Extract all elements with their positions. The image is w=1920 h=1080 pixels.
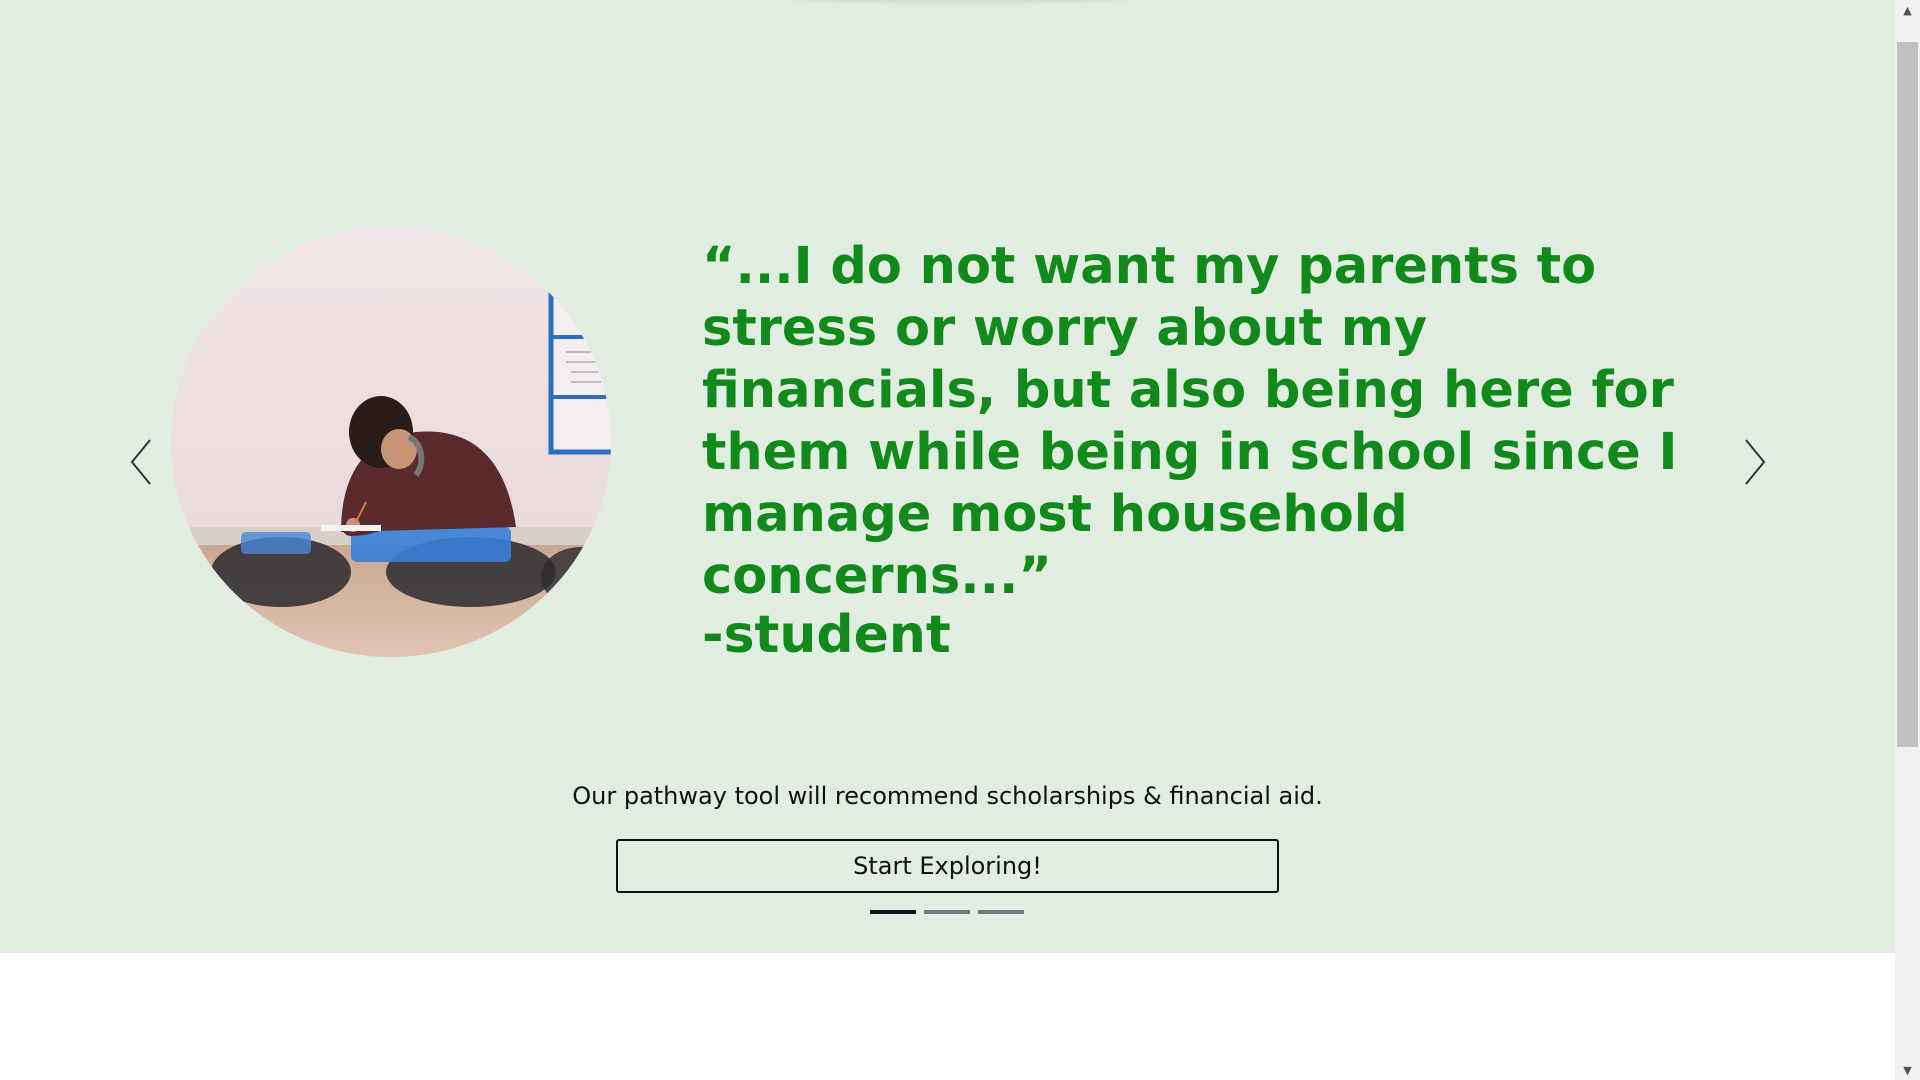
chevron-right-icon (1745, 439, 1766, 485)
student-photo-illustration (171, 227, 611, 657)
chevron-left-icon (130, 439, 151, 485)
start-exploring-button[interactable]: Start Exploring! (616, 839, 1279, 893)
testimonial-carousel: “...I do not want my parents to stress o… (0, 0, 1895, 953)
carousel-prev-button[interactable] (122, 432, 162, 492)
scrollbar-thumb[interactable] (1897, 42, 1918, 747)
carousel-indicator-1[interactable] (870, 910, 916, 914)
carousel-indicator-2[interactable] (924, 910, 970, 914)
carousel-indicator-3[interactable] (978, 910, 1024, 914)
pathway-tagline: Our pathway tool will recommend scholars… (572, 782, 1323, 810)
student-photo (171, 227, 611, 657)
header-shadow (790, 0, 1130, 2)
vertical-scrollbar[interactable]: ▲ ▼ (1895, 0, 1920, 1080)
page-viewport: “...I do not want my parents to stress o… (0, 0, 1920, 1080)
carousel-indicators (870, 910, 1024, 914)
testimonial-attribution: -student (702, 605, 951, 665)
scroll-up-arrow-icon[interactable]: ▲ (1895, 0, 1920, 20)
testimonial-quote: “...I do not want my parents to stress o… (702, 237, 1678, 606)
carousel-next-button[interactable] (1734, 432, 1774, 492)
scroll-down-arrow-icon[interactable]: ▼ (1895, 1060, 1920, 1080)
